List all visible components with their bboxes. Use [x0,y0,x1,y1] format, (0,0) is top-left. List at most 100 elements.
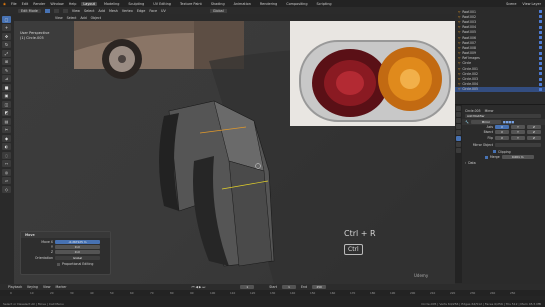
rip-tool-icon[interactable]: ◇ [2,185,11,193]
mirror-object-field[interactable] [495,142,541,147]
select-mode-edge-icon[interactable] [53,8,59,13]
tab-rendering[interactable]: Rendering [258,2,279,6]
transform-orientation[interactable]: Global [209,8,227,13]
visibility-checkbox[interactable] [539,10,542,14]
merge-distance-field[interactable]: 0.001 m [501,155,534,160]
subheader-object[interactable]: Object [91,16,101,20]
extrude-tool-icon[interactable]: ▣ [2,92,11,99]
play-controls-icons[interactable]: ⏮ ◀ ▶ ⏭ [192,285,206,289]
rotate-tool-icon[interactable]: ↻ [2,41,11,48]
move-tool-icon[interactable]: ✥ [2,32,11,40]
menu-select[interactable]: Select [84,9,94,13]
output-props-tab-icon[interactable] [456,118,461,123]
flip-z-toggle[interactable]: Z [527,135,541,140]
select-mode-vertex-icon[interactable] [44,8,50,13]
tab-uv-editing[interactable]: UV Editing [151,2,173,6]
transform-tool-icon[interactable]: ⊞ [2,58,11,65]
menu-mesh[interactable]: Mesh [109,9,118,13]
data-section-label[interactable]: Data [468,161,475,165]
visibility-checkbox[interactable] [539,67,542,71]
visibility-checkbox[interactable] [539,82,542,86]
proportional-checkbox[interactable] [57,262,60,266]
menu-help[interactable]: Help [69,2,77,6]
cursor-tool-icon[interactable]: + [2,24,11,31]
bisect-x-toggle[interactable]: X [495,130,509,135]
axis-x-toggle[interactable]: X [495,125,509,130]
menu-render[interactable]: Render [33,2,45,6]
modifier-visibility-icons[interactable]: ■■■■ [503,120,514,124]
visibility-checkbox[interactable] [539,20,542,24]
tab-layout[interactable]: Layout [81,1,97,6]
scale-tool-icon[interactable]: ⤢ [2,49,11,57]
loop-cut-tool-icon[interactable]: ▤ [2,117,11,125]
visibility-checkbox[interactable] [539,46,542,50]
scene-name[interactable]: Scene [506,2,516,6]
orientation-dropdown[interactable]: Global [55,256,100,260]
menu-face[interactable]: Face [149,9,157,13]
select-box-tool-icon[interactable]: ▢ [2,15,11,23]
view-layer-name[interactable]: View Layer [522,2,541,6]
shear-tool-icon[interactable]: ▱ [2,177,11,184]
timeline-keying-menu[interactable]: Keying [27,285,38,289]
clipping-checkbox[interactable] [493,150,496,154]
render-props-tab-icon[interactable] [456,112,461,117]
outliner-row[interactable]: ▽ Circle.005 [455,86,545,92]
flip-y-toggle[interactable]: Y [511,135,525,140]
menu-vertex[interactable]: Vertex [122,9,133,13]
visibility-checkbox[interactable] [539,30,542,34]
tab-sculpting[interactable]: Sculpting [126,2,146,6]
tab-scripting[interactable]: Scripting [315,2,334,6]
visibility-checkbox[interactable] [539,87,542,91]
timeline-marker-menu[interactable]: Marker [56,285,67,289]
timeline-view-menu[interactable]: View [43,285,51,289]
move-y-field[interactable]: 0 m [55,245,100,249]
bevel-tool-icon[interactable]: ◩ [2,109,11,116]
poly-build-tool-icon[interactable]: ◆ [2,134,11,142]
smooth-tool-icon[interactable]: ◌ [2,151,11,159]
inset-tool-icon[interactable]: ◫ [2,100,11,108]
subheader-view[interactable]: View [55,16,63,20]
modifier-name-field[interactable]: Mirror [470,119,501,124]
tab-compositing[interactable]: Compositing [284,2,309,6]
menu-edit[interactable]: Edit [22,2,29,6]
shrink-tool-icon[interactable]: ◎ [2,168,11,176]
knife-tool-icon[interactable]: ✂ [2,126,11,133]
move-x-field[interactable]: -0.267125 m [55,240,100,244]
edge-slide-tool-icon[interactable]: ⇿ [2,160,11,167]
menu-window[interactable]: Window [50,2,63,6]
visibility-checkbox[interactable] [539,77,542,81]
tool-props-tab-icon[interactable] [456,106,461,111]
menu-add[interactable]: Add [98,9,105,13]
current-frame-field[interactable]: 1 [240,285,255,289]
axis-y-toggle[interactable]: Y [511,125,525,130]
tab-modeling[interactable]: Modeling [102,2,121,6]
operator-title[interactable]: Move [21,232,110,238]
data-section-chevron-icon[interactable]: › [465,161,466,165]
annotate-tool-icon[interactable]: ✎ [2,66,11,74]
flip-x-toggle[interactable]: X [495,135,509,140]
visibility-checkbox[interactable] [539,61,542,65]
scene-props-tab-icon[interactable] [456,124,461,129]
end-frame-field[interactable]: 250 [312,285,327,289]
subheader-select[interactable]: Select [67,16,77,20]
visibility-checkbox[interactable] [539,41,542,45]
bisect-y-toggle[interactable]: Y [511,130,525,135]
move-z-field[interactable]: 0 m [55,250,100,254]
start-frame-field[interactable]: 1 [282,285,297,289]
modifier-props-tab-icon[interactable] [456,136,461,141]
visibility-checkbox[interactable] [539,15,542,19]
menu-uv[interactable]: UV [161,9,166,13]
timeline-ruler[interactable]: 0 10 20 30 40 50 60 70 80 90 100 110 120 130 140 150 160… [0,290,545,296]
visibility-checkbox[interactable] [539,36,542,40]
measure-tool-icon[interactable]: ⊿ [2,75,11,82]
menu-edge[interactable]: Edge [137,9,146,13]
add-modifier-button[interactable]: Add Modifier [465,113,541,118]
visibility-checkbox[interactable] [539,25,542,29]
material-props-tab-icon[interactable] [456,148,461,153]
visibility-checkbox[interactable] [539,56,542,60]
add-cube-tool-icon[interactable]: ■ [2,83,11,91]
select-mode-face-icon[interactable] [62,8,68,13]
spin-tool-icon[interactable]: ◐ [2,143,11,150]
subheader-add[interactable]: Add [80,16,86,20]
visibility-checkbox[interactable] [539,72,542,76]
